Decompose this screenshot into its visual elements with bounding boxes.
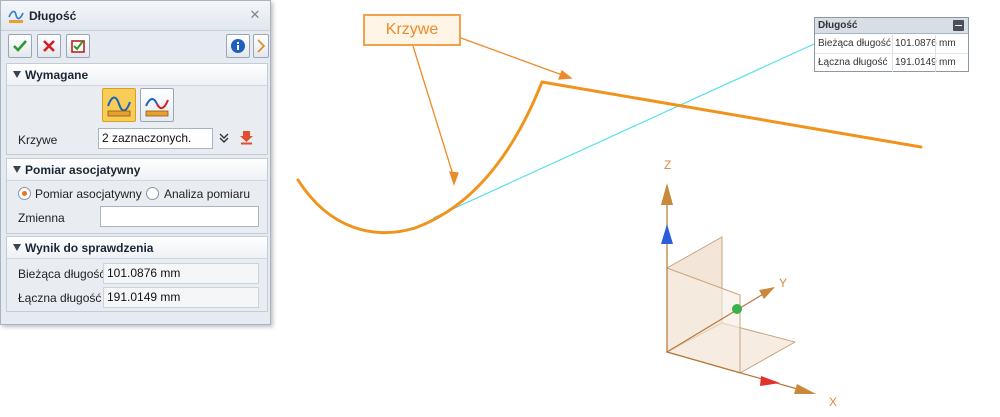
info-row-current: Bieżąca długość 101.0876 mm [815, 35, 968, 54]
info-button[interactable] [226, 34, 250, 58]
dialog-toolbar [1, 32, 270, 60]
info-row-unit: mm [939, 38, 956, 49]
single-curve-mode-button[interactable] [102, 88, 136, 122]
collapse-arrow-icon[interactable] [13, 166, 21, 173]
selected-curve-arc[interactable] [296, 80, 544, 235]
collapse-arrow-icon[interactable] [13, 244, 21, 251]
length-reference-line [432, 43, 815, 219]
curves-callout: Krzywe [363, 14, 461, 46]
x-axis-arrow [760, 376, 780, 386]
section-title: Wymagane [25, 68, 89, 82]
total-length-label: Łączna długość [18, 291, 102, 305]
variable-label: Zmienna [18, 211, 65, 225]
minimize-icon[interactable] [953, 20, 964, 31]
z-axis-handle [661, 183, 673, 205]
info-box-title: Długość [818, 20, 858, 31]
coordinate-triad [661, 183, 816, 394]
curve-length-icon [107, 96, 131, 117]
chevron-down-icon[interactable] [218, 132, 230, 144]
measure-analysis-radio[interactable] [146, 187, 159, 200]
associative-measure-label[interactable]: Pomiar asocjatywny [35, 187, 142, 201]
curve-length-pair-icon [145, 98, 169, 117]
y-axis-arrow [732, 304, 742, 314]
collapse-arrow-icon[interactable] [13, 71, 21, 78]
dialog-titlebar[interactable]: Długość ✕ [1, 1, 270, 31]
multi-curve-mode-button[interactable] [140, 88, 174, 122]
dialog-title: Długość [29, 9, 77, 23]
section-associative-header[interactable]: Pomiar asocjatywny [7, 159, 267, 181]
section-result-header[interactable]: Wynik do sprawdzenia [7, 237, 267, 259]
curves-selection-field[interactable]: 2 zaznaczonych. [98, 128, 213, 149]
total-length-value: 191.0149 mm [103, 287, 259, 308]
z-axis-arrow [661, 224, 673, 244]
checkmark-icon [13, 40, 27, 52]
expand-icon [257, 39, 266, 53]
z-axis-label: Z [664, 158, 672, 172]
curves-label: Krzywe [18, 133, 58, 147]
length-info-box[interactable]: Długość Bieżąca długość 101.0876 mm Łącz… [814, 17, 969, 72]
info-row-value: 101.0876 [895, 38, 937, 49]
info-icon [231, 39, 245, 53]
info-box-header[interactable]: Długość [815, 18, 968, 34]
length-icon [8, 10, 24, 23]
info-row-label: Łączna długość [818, 57, 888, 68]
current-length-label: Bieżąca długość [18, 267, 106, 281]
length-dialog: Długość ✕ Wymagane Krzywe 2 zaznaczonych… [0, 0, 271, 325]
info-row-unit: mm [939, 57, 956, 68]
apply-icon [71, 40, 85, 53]
apply-button[interactable] [66, 34, 90, 58]
y-axis-handle [759, 287, 775, 299]
info-row-total: Łączna długość 191.0149 mm [815, 54, 968, 73]
measure-analysis-label[interactable]: Analiza pomiaru [164, 187, 250, 201]
filter-pick-icon[interactable] [239, 130, 254, 145]
x-axis-handle [794, 384, 816, 394]
cancel-button[interactable] [37, 34, 61, 58]
selected-curve-line[interactable] [540, 80, 923, 149]
close-icon[interactable]: ✕ [248, 8, 262, 22]
info-row-label: Bieżąca długość [818, 38, 891, 49]
cross-icon [43, 40, 55, 52]
variable-input[interactable] [100, 206, 259, 227]
y-axis-label: Y [779, 276, 788, 290]
info-row-value: 191.0149 [895, 57, 937, 68]
callout-arrows [412, 37, 573, 186]
section-title: Wynik do sprawdzenia [25, 241, 154, 255]
section-title: Pomiar asocjatywny [25, 163, 141, 177]
x-axis-label: X [829, 395, 838, 409]
section-required-header[interactable]: Wymagane [7, 64, 267, 86]
current-length-value: 101.0876 mm [103, 263, 259, 284]
expand-button[interactable] [253, 34, 269, 58]
associative-measure-radio[interactable] [18, 187, 31, 200]
ok-button[interactable] [8, 34, 32, 58]
